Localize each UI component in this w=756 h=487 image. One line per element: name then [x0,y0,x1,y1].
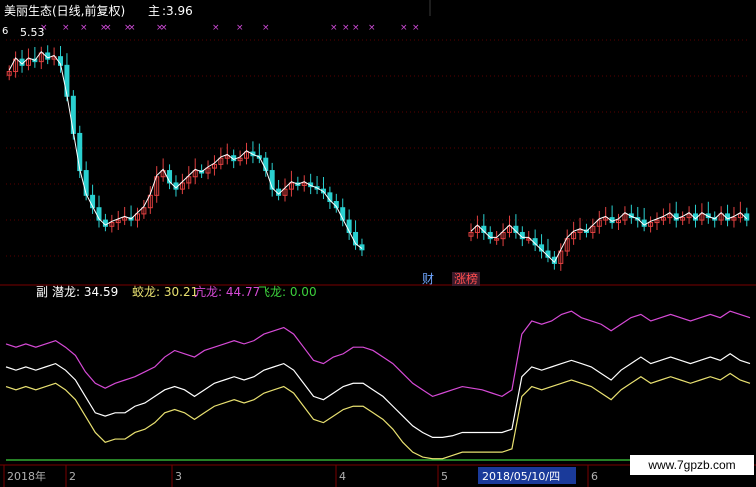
stock-chart-screen: × × × × × × × × × × × × × × × × × × 2018年 2 3 4 5 6 2018/05/10/… [0,0,756,487]
line-qianlong [5,353,751,438]
main-value: :3.96 [162,4,193,18]
line-kanglong [5,310,751,398]
ma-line [470,211,748,264]
stock-title: 美丽生态(日线,前复权) [4,3,125,18]
chart-canvas[interactable]: × × × ×× ×× ×× × × × × × × × × × 2018年 2 3 4 5 6 2018/05/10/… [0,0,756,487]
marker-x: × [62,23,70,33]
axis-label: 2 [69,470,76,483]
marker-x: × [160,23,168,33]
line-jiaolong [5,372,751,460]
sub-indicator: 飞龙: 0.00 [258,285,317,299]
ma-line [8,50,363,249]
marker-x: × [412,23,420,33]
marker-x: × [128,23,136,33]
axis-label: 3 [175,470,182,483]
sub-prefix: 副 [36,285,48,299]
marker-x: × [342,23,350,33]
axis-label: 2018年 [7,469,46,483]
sub-indicator: 潜龙: 34.59 [52,285,118,299]
main-label: 主 [148,4,160,18]
marker-x: × [236,23,244,33]
marker-x: × [400,23,408,33]
tag-zhangbang[interactable]: 涨榜 [452,272,481,286]
sub-indicator: 蛟龙: 30.21 [132,284,198,299]
marker-x: × [212,23,220,33]
watermark: www.7gpzb.com [630,455,754,475]
candle-body [64,64,70,97]
axis-label: 4 [339,470,346,483]
main-grid [0,0,756,466]
marker-x: × [352,23,360,33]
marker-x: × [80,23,88,33]
sub-indicator: 亢龙: 44.77 [194,284,260,299]
corner-label: 6 [2,26,8,37]
axis-label: 6 [591,470,598,483]
candles-layer [6,45,750,271]
axis-label: 5 [441,470,448,483]
tag-cai[interactable]: 财 [422,272,434,286]
price-label: 5.53 [20,26,45,39]
time-axis-layer: 2018年 2 3 4 5 6 2018/05/10/四 [3,465,598,487]
cursor-date: 2018/05/10/四 [482,470,560,483]
sub-indicator-layer [5,310,751,461]
candle-body [269,170,275,190]
marker-x: × [368,23,376,33]
marker-x: × [104,23,112,33]
marker-x: × [330,23,338,33]
markers-layer: × × × ×× ×× ×× × × × × × × × × × [40,23,420,33]
candle-body [83,170,89,196]
text-layer: 美丽生态(日线,前复权) 主:3.96 5.53 6 副 潜龙: 34.59 蛟龙: 30.… [2,3,317,299]
candle-body [77,132,83,172]
marker-x: × [262,23,270,33]
candle-body [70,95,76,134]
